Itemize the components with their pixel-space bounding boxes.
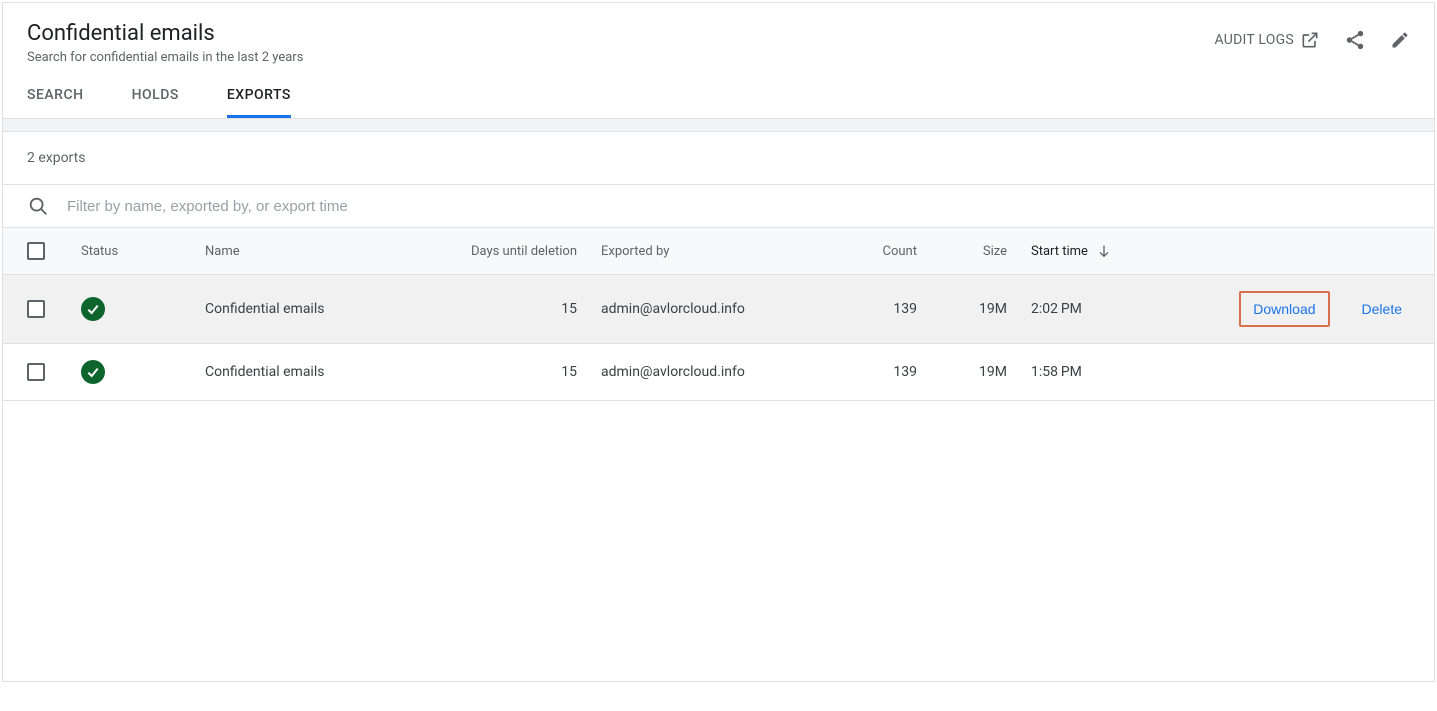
col-header-start-time[interactable]: Start time (1031, 243, 1161, 259)
col-header-count[interactable]: Count (841, 244, 941, 259)
status-complete-icon (81, 360, 105, 384)
cell-exported-by: admin@avlorcloud.info (601, 301, 841, 317)
col-header-size[interactable]: Size (941, 244, 1031, 259)
page-title: Confidential emails (27, 21, 1214, 46)
cell-name: Confidential emails (205, 364, 431, 380)
col-header-start-time-label: Start time (1031, 244, 1088, 259)
cell-exported-by: admin@avlorcloud.info (601, 364, 841, 380)
row-checkbox[interactable] (27, 363, 45, 381)
status-complete-icon (81, 297, 105, 321)
table-row[interactable]: Confidential emails 15 admin@avlorcloud.… (3, 275, 1434, 344)
cell-start-time: 2:02 PM (1031, 301, 1161, 317)
cell-size: 19M (941, 301, 1031, 317)
page-subtitle: Search for confidential emails in the la… (27, 50, 1214, 65)
tab-search[interactable]: SEARCH (27, 87, 84, 118)
tabs: SEARCH HOLDS EXPORTS (3, 65, 1434, 118)
divider (3, 118, 1434, 132)
col-header-exported-by[interactable]: Exported by (601, 244, 841, 259)
download-button[interactable]: Download (1239, 291, 1329, 327)
cell-count: 139 (841, 364, 941, 380)
cell-start-time: 1:58 PM (1031, 364, 1161, 380)
exports-count: 2 exports (3, 132, 1434, 185)
share-icon[interactable] (1344, 29, 1366, 51)
cell-name: Confidential emails (205, 301, 431, 317)
cell-days: 15 (431, 364, 601, 380)
audit-logs-label: AUDIT LOGS (1214, 32, 1294, 48)
col-header-status[interactable]: Status (81, 244, 205, 259)
arrow-down-icon (1096, 243, 1112, 259)
table-row[interactable]: Confidential emails 15 admin@avlorcloud.… (3, 344, 1434, 401)
audit-logs-button[interactable]: AUDIT LOGS (1214, 30, 1320, 50)
cell-size: 19M (941, 364, 1031, 380)
col-header-name[interactable]: Name (205, 244, 431, 259)
col-header-days[interactable]: Days until deletion (431, 244, 601, 259)
edit-icon[interactable] (1390, 30, 1410, 50)
cell-days: 15 (431, 301, 601, 317)
table-header: Status Name Days until deletion Exported… (3, 227, 1434, 275)
select-all-checkbox[interactable] (27, 242, 45, 260)
search-icon (27, 195, 49, 217)
delete-button[interactable]: Delete (1354, 295, 1410, 323)
tab-exports[interactable]: EXPORTS (227, 87, 291, 118)
tab-holds[interactable]: HOLDS (132, 87, 179, 118)
row-checkbox[interactable] (27, 300, 45, 318)
open-external-icon (1300, 30, 1320, 50)
filter-input[interactable] (67, 198, 1410, 215)
cell-count: 139 (841, 301, 941, 317)
